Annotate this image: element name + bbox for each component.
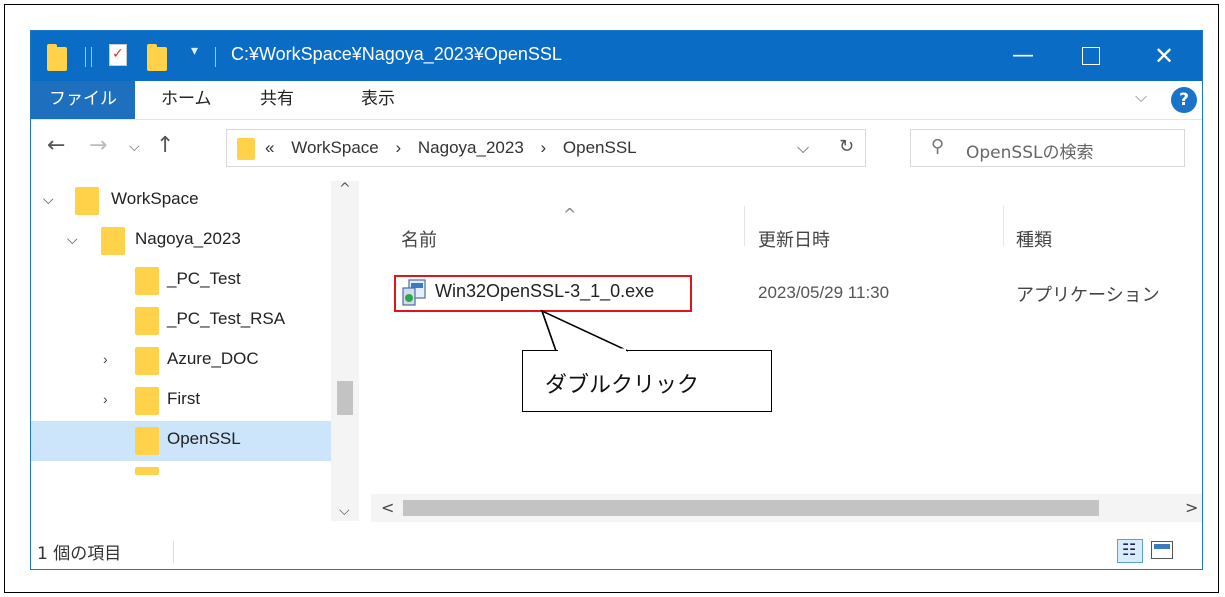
file-list-scrollbar[interactable]: < > [371, 494, 1202, 522]
callout-pointer-join [540, 309, 629, 352]
item-count: 1 個の項目 [37, 544, 122, 564]
separator [173, 541, 174, 563]
status-bar: 1 個の項目 [31, 531, 1202, 569]
scroll-right-arrow[interactable]: > [1185, 498, 1198, 517]
scroll-thumb[interactable] [403, 500, 1099, 516]
explorer-window: ▾ C:¥WorkSpace¥Nagoya_2023¥OpenSSL — ✕ フ… [30, 30, 1203, 570]
large-icons-view-button[interactable] [1151, 541, 1173, 559]
details-view-button[interactable] [1117, 539, 1143, 563]
scroll-left-arrow[interactable]: < [381, 498, 394, 517]
callout-text: ダブルクリック [545, 373, 700, 398]
